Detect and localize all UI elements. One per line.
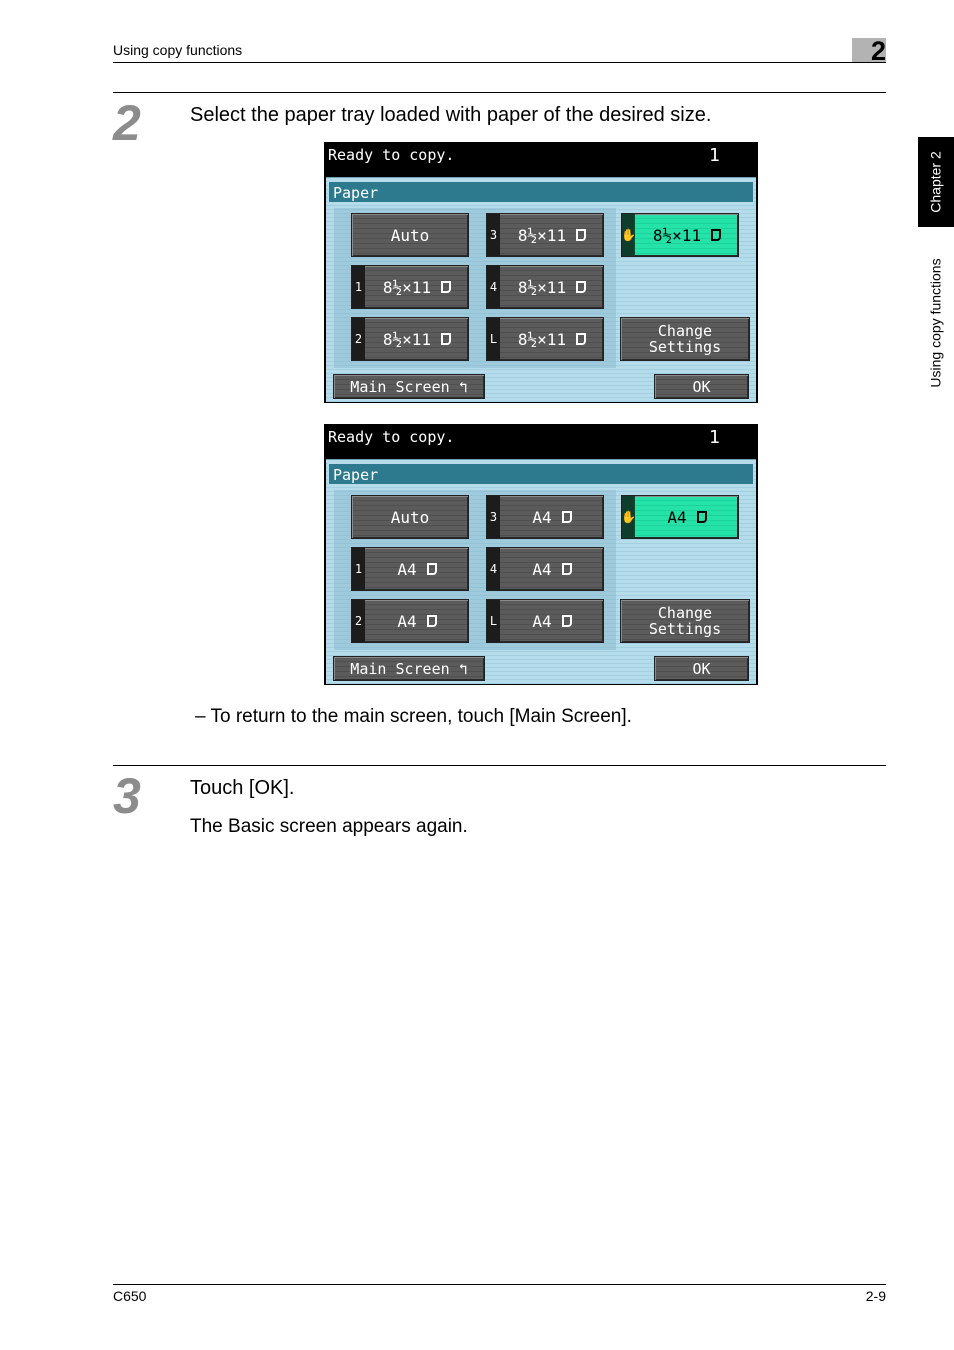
- paper-orientation-icon: [561, 563, 572, 575]
- paper-tray-button[interactable]: 2 A4: [351, 599, 469, 643]
- paper-tray-button[interactable]: ✋ A4: [621, 495, 739, 539]
- ok-button[interactable]: OK: [654, 656, 749, 681]
- button-label: Main Screen ↰: [350, 659, 468, 678]
- paper-size: 8½×11: [517, 329, 567, 349]
- section-tab-label: Using copy functions: [928, 257, 944, 388]
- step-instruction: Touch [OK].: [190, 777, 295, 799]
- button-label: Change: [657, 604, 713, 622]
- button-label: Change: [657, 322, 713, 340]
- button-label: OK: [692, 377, 711, 396]
- chapter-tab-label-wrap: Chapter 2: [918, 137, 954, 227]
- button-label: Main Screen ↰: [350, 377, 468, 396]
- tray-number: L: [487, 318, 500, 360]
- change-settings-button[interactable]: Change Settings: [620, 317, 750, 361]
- paper-size: 8½×11: [517, 225, 567, 245]
- hand-icon: ✋: [621, 214, 636, 256]
- paper-orientation-icon: [561, 615, 572, 627]
- paper-tray-button[interactable]: L A4: [486, 599, 604, 643]
- paper-tray-button[interactable]: 1 A4: [351, 547, 469, 591]
- paper-size: A4: [532, 611, 552, 631]
- footer-model: C650: [113, 1288, 147, 1304]
- change-settings-button[interactable]: Change Settings: [620, 599, 750, 643]
- paper-orientation-icon: [441, 333, 452, 345]
- paper-size: A4: [397, 611, 417, 631]
- paper-size: A4: [397, 559, 417, 579]
- footer-rule: [113, 1284, 886, 1285]
- paper-tray-button[interactable]: 4 8½×11: [486, 265, 604, 309]
- status-message: Ready to copy.: [328, 146, 455, 164]
- touch-screen: Paper Auto 3 8½×11 ✋ 8½×11 1 8½×11 4 8½×11 2 8½×11 L…: [326, 177, 756, 402]
- tray-number: 1: [352, 548, 365, 590]
- paper-tray-button[interactable]: 4 A4: [486, 547, 604, 591]
- paper-tray-button[interactable]: 1 8½×11: [351, 265, 469, 309]
- auto-paper-button[interactable]: Auto: [351, 213, 469, 257]
- button-label: Auto: [390, 507, 430, 527]
- paper-orientation-icon: [441, 281, 452, 293]
- tray-number: 3: [487, 214, 500, 256]
- paper-size: 8½×11: [382, 277, 432, 297]
- button-label: Settings: [648, 338, 722, 356]
- status-message: Ready to copy.: [328, 428, 455, 446]
- screen-title: Paper: [328, 463, 754, 485]
- paper-orientation-icon: [576, 281, 587, 293]
- paper-size: 8½×11: [652, 225, 702, 245]
- note-text: – To return to the main screen, touch [M…: [195, 706, 632, 727]
- main-screen-button[interactable]: Main Screen ↰: [333, 374, 485, 399]
- tray-number: 2: [352, 318, 365, 360]
- paper-size: 8½×11: [382, 329, 432, 349]
- tray-number: L: [487, 600, 500, 642]
- paper-tray-button[interactable]: ✋ 8½×11: [621, 213, 739, 257]
- paper-tray-button[interactable]: 3 A4: [486, 495, 604, 539]
- paper-orientation-icon: [576, 333, 587, 345]
- ok-button[interactable]: OK: [654, 374, 749, 399]
- auto-paper-button[interactable]: Auto: [351, 495, 469, 539]
- copier-paper-screen: Ready to copy. 1 Paper Auto 3 8½×11 ✋ 8½×11 1 8½×…: [324, 142, 758, 403]
- touch-screen: Paper Auto 3 A4 ✋ A4 1 A4 4 A4 2 A4 L A4 Change Setting…: [326, 459, 756, 684]
- tray-number: 4: [487, 266, 500, 308]
- copy-count: 1: [709, 145, 720, 166]
- step-result-text: The Basic screen appears again.: [190, 816, 468, 837]
- step-number: 3: [113, 768, 141, 824]
- running-header: Using copy functions: [113, 42, 243, 58]
- paper-tray-button[interactable]: 2 8½×11: [351, 317, 469, 361]
- paper-orientation-icon: [711, 229, 722, 241]
- section-tab-wrap: Using copy functions: [918, 240, 954, 405]
- header-rule: [113, 62, 886, 63]
- footer-page: 2-9: [865, 1288, 886, 1304]
- chapter-tab-label: Chapter 2: [928, 151, 945, 213]
- paper-orientation-icon: [426, 563, 437, 575]
- paper-size: A4: [532, 507, 552, 527]
- button-label: Settings: [648, 620, 722, 638]
- step-divider: [113, 765, 886, 766]
- paper-orientation-icon: [696, 511, 707, 523]
- paper-orientation-icon: [561, 511, 572, 523]
- copier-paper-screen: Ready to copy. 1 Paper Auto 3 A4 ✋ A4 1 A4 4 A4 2 A4 L…: [324, 424, 758, 685]
- button-label: OK: [692, 659, 711, 678]
- paper-size: 8½×11: [517, 277, 567, 297]
- paper-size: A4: [667, 507, 687, 527]
- copy-count: 1: [709, 427, 720, 448]
- tray-number: 4: [487, 548, 500, 590]
- tray-number: 2: [352, 600, 365, 642]
- paper-size: A4: [532, 559, 552, 579]
- tray-number: 3: [487, 496, 500, 538]
- step-instruction: Select the paper tray loaded with paper …: [190, 104, 712, 126]
- step-divider: [113, 92, 886, 93]
- hand-icon: ✋: [621, 496, 636, 538]
- step-number: 2: [113, 95, 141, 151]
- tray-number: 1: [352, 266, 365, 308]
- paper-orientation-icon: [576, 229, 587, 241]
- paper-tray-button[interactable]: L 8½×11: [486, 317, 604, 361]
- main-screen-button[interactable]: Main Screen ↰: [333, 656, 485, 681]
- paper-orientation-icon: [426, 615, 437, 627]
- button-label: Auto: [390, 225, 430, 245]
- paper-tray-button[interactable]: 3 8½×11: [486, 213, 604, 257]
- screen-title: Paper: [328, 181, 754, 203]
